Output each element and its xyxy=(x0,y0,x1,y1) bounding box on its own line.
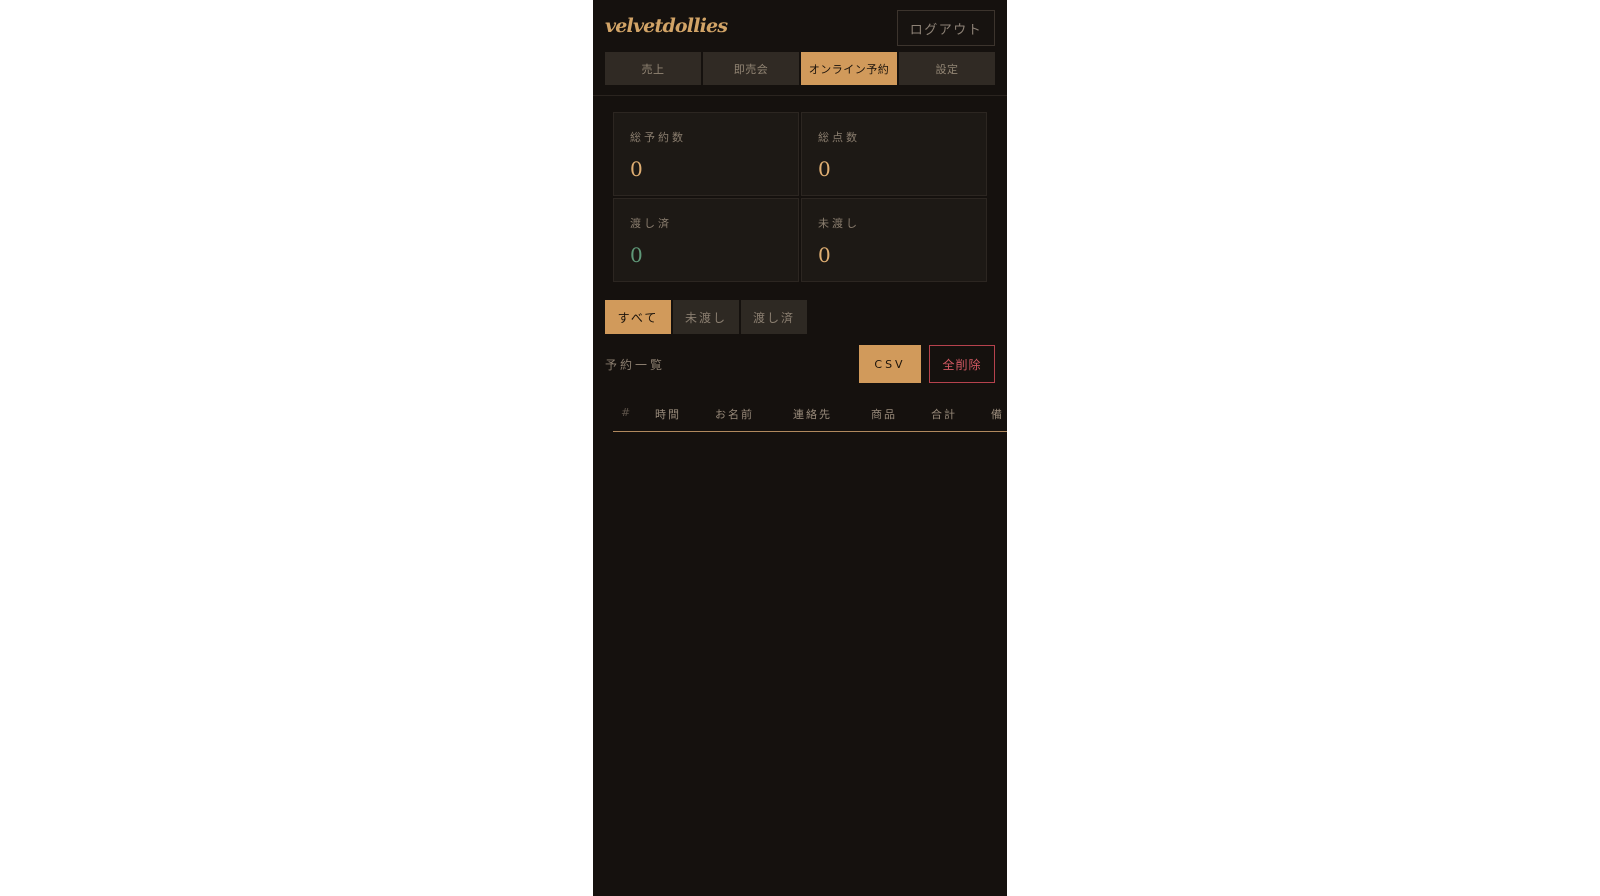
csv-export-button[interactable]: CSV xyxy=(859,345,921,383)
column-header-total[interactable]: 合計 xyxy=(931,406,957,422)
stat-card-total-items: 総点数 0 xyxy=(801,112,987,196)
tab-event-sale[interactable]: 即売会 xyxy=(703,52,799,85)
filter-undelivered[interactable]: 未渡し xyxy=(673,300,740,334)
logout-button[interactable]: ログアウト xyxy=(897,10,995,46)
filter-delivered[interactable]: 渡し済 xyxy=(741,300,808,334)
stat-card-undelivered: 未渡し 0 xyxy=(801,198,987,282)
reservation-list-title: 予約一覧 xyxy=(605,358,666,372)
tab-online-reservation[interactable]: オンライン予約 xyxy=(801,52,897,85)
stat-label: 渡し済 xyxy=(630,217,672,230)
reservation-table: # 時間 お名前 連絡先 商品 合計 備 xyxy=(613,398,1007,432)
table-header: # 時間 お名前 連絡先 商品 合計 備 xyxy=(613,398,1007,432)
header: velvetdollies ログアウト 売上 即売会 オンライン予約 設定 xyxy=(593,0,1007,96)
filter-all[interactable]: すべて xyxy=(605,300,671,334)
brand-logo: velvetdollies xyxy=(605,15,728,37)
stat-card-delivered: 渡し済 0 xyxy=(613,198,799,282)
stat-value: 0 xyxy=(630,243,643,267)
status-filters: すべて 未渡し 渡し済 xyxy=(605,300,808,334)
column-header-contact[interactable]: 連絡先 xyxy=(793,406,832,422)
column-header-name[interactable]: お名前 xyxy=(715,406,754,422)
column-header-time[interactable]: 時間 xyxy=(655,406,681,422)
stat-label: 総予約数 xyxy=(630,131,686,144)
stats-grid: 総予約数 0 総点数 0 渡し済 0 未渡し 0 xyxy=(613,112,987,282)
column-header-product[interactable]: 商品 xyxy=(871,406,897,422)
app-panel: velvetdollies ログアウト 売上 即売会 オンライン予約 設定 総予… xyxy=(593,0,1007,896)
main-tabs: 売上 即売会 オンライン予約 設定 xyxy=(605,52,995,85)
stat-card-total-reservations: 総予約数 0 xyxy=(613,112,799,196)
delete-all-button[interactable]: 全削除 xyxy=(929,345,995,383)
column-header-number[interactable]: # xyxy=(621,406,632,419)
stat-label: 総点数 xyxy=(818,131,860,144)
tab-settings[interactable]: 設定 xyxy=(899,52,995,85)
column-header-notes[interactable]: 備 xyxy=(991,406,1004,422)
tab-sales[interactable]: 売上 xyxy=(605,52,701,85)
stat-value: 0 xyxy=(630,157,643,181)
stat-value: 0 xyxy=(818,157,831,181)
stat-value: 0 xyxy=(818,243,831,267)
stat-label: 未渡し xyxy=(818,217,860,230)
